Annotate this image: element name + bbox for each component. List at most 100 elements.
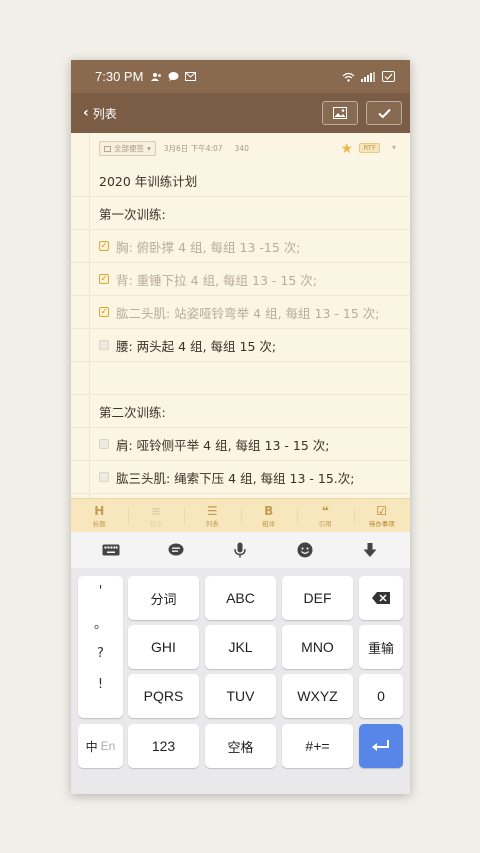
chat-bubble-icon[interactable]: [166, 540, 186, 560]
punct-key[interactable]: 。: [78, 607, 123, 638]
checkmark-icon: [377, 108, 391, 118]
language-switch-key[interactable]: 中 En: [78, 724, 123, 768]
folder-icon: [104, 145, 111, 152]
bullet-list-icon: ☰: [206, 503, 218, 518]
todo-checkbox[interactable]: ✓: [99, 274, 109, 284]
todo-item[interactable]: ✓ 肱二头肌: 站姿哑铃弯举 4 组, 每组 13 - 15 次;: [71, 296, 410, 329]
ordered-list-icon: ≡: [150, 503, 161, 518]
line-text: 肩: 哑铃侧平举 4 组, 每组 13 - 15 次;: [116, 437, 330, 453]
format-quote-button[interactable]: ❝ 引用: [297, 499, 354, 532]
todo-item[interactable]: ✓ 背: 重锤下拉 4 组, 每组 13 - 15 次;: [71, 263, 410, 296]
microphone-icon[interactable]: [230, 540, 250, 560]
backspace-key[interactable]: [359, 576, 403, 620]
format-label: 粗体: [262, 519, 276, 528]
format-label: 待办事项: [368, 519, 395, 528]
format-label: 引用: [318, 519, 332, 528]
line-text: 2020 年训练计划: [99, 173, 198, 189]
key-tuv[interactable]: TUV: [205, 674, 276, 718]
key-abc[interactable]: ABC: [205, 576, 276, 620]
format-bold-button[interactable]: B 粗体: [240, 499, 298, 532]
star-icon[interactable]: ★: [340, 141, 353, 157]
wifi-icon: [342, 72, 355, 82]
note-line[interactable]: [71, 362, 410, 395]
todo-checkbox[interactable]: ✓: [99, 307, 109, 317]
ime-keyboard: ' 。 ? ! 分词 ABC DEF GHI JKL MNO 重输 PQRS T…: [71, 568, 410, 794]
char-count: 340: [234, 144, 249, 153]
todo-item[interactable]: 肱三头肌: 绳索下压 4 组, 每组 13 - 15.次;: [71, 461, 410, 494]
punct-key[interactable]: ?: [78, 638, 123, 669]
expand-caret-icon[interactable]: ▾: [392, 143, 396, 152]
format-ordered-list-button[interactable]: ≡ 有序: [127, 499, 185, 532]
folder-tag[interactable]: 全部便签 ▾: [99, 141, 156, 156]
todo-checkbox[interactable]: ✓: [99, 241, 109, 251]
todo-icon: ☑: [376, 503, 388, 518]
lang-cn-label: 中: [85, 739, 98, 754]
format-label: 有序: [149, 519, 163, 528]
todo-checkbox[interactable]: [99, 340, 109, 350]
key-mno[interactable]: MNO: [282, 625, 353, 669]
phone-screen: 7:30 PM ‹ 列表 全部便签 ▾ 3月6日 下午4:07 340 ★ RT…: [71, 60, 410, 794]
enter-key[interactable]: [359, 724, 403, 768]
message-icon: [168, 72, 179, 81]
back-to-list-button[interactable]: ‹ 列表: [79, 105, 121, 122]
format-toolbar: H 标题 ≡ 有序 ☰ 列表 B 粗体 ❝ 引用 ☑ 待办事项: [71, 498, 410, 532]
chevron-left-icon: ‹: [83, 105, 89, 121]
key-ghi[interactable]: GHI: [128, 625, 199, 669]
todo-item[interactable]: 腰: 两头起 4 组, 每组 15 次;: [71, 329, 410, 362]
format-bullet-list-button[interactable]: ☰ 列表: [184, 499, 241, 532]
image-icon: [333, 107, 347, 119]
note-line[interactable]: 第二次训练:: [71, 395, 410, 428]
format-label: 列表: [205, 519, 219, 528]
keyboard-toolbar: [71, 532, 410, 568]
heading-icon: H: [94, 503, 105, 518]
line-text: 第二次训练:: [99, 404, 166, 420]
format-badge[interactable]: RTF: [359, 143, 380, 153]
status-time: 7:30 PM: [95, 69, 144, 84]
line-text: 肱三头肌: 绳索下压 4 组, 每组 13 - 15.次;: [116, 470, 355, 486]
folder-tag-label: 全部便签: [114, 144, 144, 153]
top-bar: ‹ 列表: [71, 93, 410, 133]
key-pqrs[interactable]: PQRS: [128, 674, 199, 718]
chevron-down-icon: ▾: [147, 144, 151, 153]
lang-en-label: En: [100, 739, 116, 753]
mail-icon: [185, 72, 197, 81]
todo-checkbox[interactable]: [99, 439, 109, 449]
line-text: 肱二头肌: 站姿哑铃弯举 4 组, 每组 13 - 15 次;: [116, 305, 380, 321]
key-zero[interactable]: 0: [359, 674, 403, 718]
note-date: 3月6日 下午4:07: [163, 144, 223, 153]
format-todo-button[interactable]: ☑ 待办事项: [353, 499, 411, 532]
back-label: 列表: [92, 106, 117, 121]
symbol-key[interactable]: #+=: [282, 724, 353, 768]
format-label: 标题: [92, 519, 106, 528]
line-text: 第一次训练:: [99, 206, 166, 222]
space-key[interactable]: 空格: [205, 724, 276, 768]
key-jkl[interactable]: JKL: [205, 625, 276, 669]
line-text: 胸: 俯卧撑 4 组, 每组 13 -15 次;: [116, 239, 301, 255]
note-line[interactable]: 第一次训练:: [71, 197, 410, 230]
format-heading-button[interactable]: H 标题: [71, 499, 128, 532]
todo-item[interactable]: 肩: 哑铃侧平举 4 组, 每组 13 - 15 次;: [71, 428, 410, 461]
insert-image-button[interactable]: [322, 101, 358, 125]
todo-item[interactable]: ✓ 胸: 俯卧撑 4 组, 每组 13 -15 次;: [71, 230, 410, 263]
emoji-icon[interactable]: [295, 540, 315, 560]
done-button[interactable]: [366, 101, 402, 125]
punctuation-column[interactable]: ' 。 ? !: [78, 576, 123, 718]
quote-icon: ❝: [321, 503, 329, 518]
hide-keyboard-icon[interactable]: [360, 540, 380, 560]
numeric-key[interactable]: 123: [128, 724, 199, 768]
battery-icon: [382, 71, 395, 82]
reenter-key[interactable]: 重输: [359, 625, 403, 669]
punct-key[interactable]: !: [78, 669, 123, 700]
keyboard-switch-icon[interactable]: [101, 540, 121, 560]
key-wxyz[interactable]: WXYZ: [282, 674, 353, 718]
note-editor[interactable]: 全部便签 ▾ 3月6日 下午4:07 340 ★ RTF ▾ 2020 年训练计…: [71, 133, 410, 498]
punct-key[interactable]: ': [78, 576, 123, 607]
signal-icon: [361, 71, 375, 82]
line-text: 腰: 两头起 4 组, 每组 15 次;: [116, 338, 277, 354]
enter-icon: [372, 740, 389, 751]
segment-key[interactable]: 分词: [128, 576, 199, 620]
key-def[interactable]: DEF: [282, 576, 353, 620]
note-lines: 2020 年训练计划 第一次训练: ✓ 胸: 俯卧撑 4 组, 每组 13 -15 次…: [71, 164, 410, 494]
note-line[interactable]: 2020 年训练计划: [71, 164, 410, 197]
todo-checkbox[interactable]: [99, 472, 109, 482]
